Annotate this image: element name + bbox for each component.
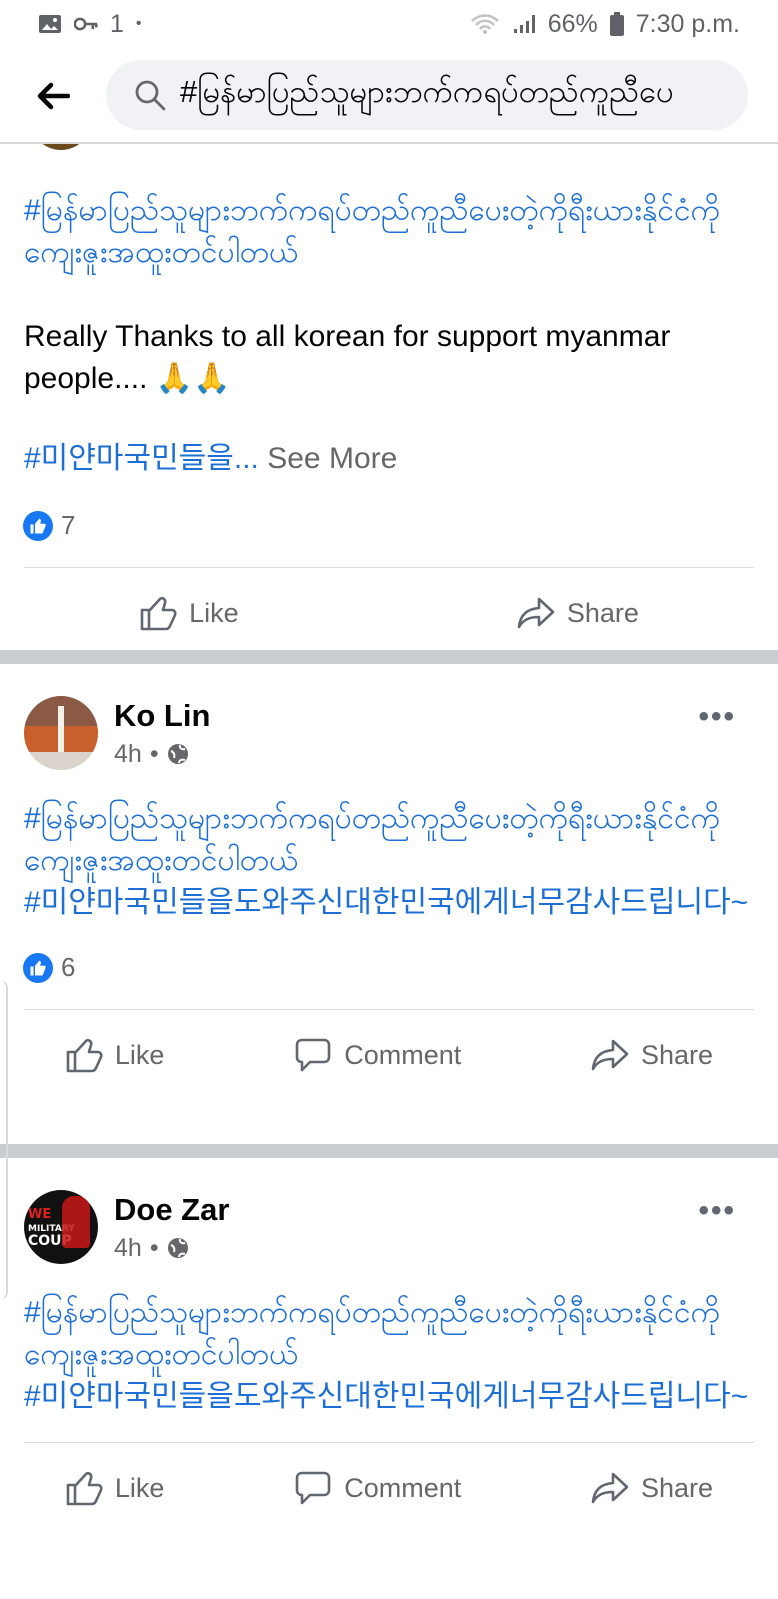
more-options-button[interactable]: ••• [698,1194,736,1228]
edge-panel-handle[interactable] [0,980,8,1300]
post-hashtag-korean[interactable]: #미얀마국민들을도와주신대한민국에게너무감사드립니다~ [24,1376,754,1418]
post-actions: Like Comment Share [0,1443,778,1533]
post-hashtag-korean[interactable]: #미얀마국민들을... [24,442,259,475]
arrow-left-icon [37,82,70,110]
author-name[interactable]: Ko Lin [114,698,210,734]
thumbs-up-icon [66,1038,103,1073]
see-more-link[interactable]: See More [267,442,397,475]
share-button[interactable]: Share [591,1038,713,1072]
post-card: Ko Lin 4h • ••• #မြန်မာပြည်သူများဘက်ကရပ်… [0,696,778,1100]
search-results-feed[interactable]: 4h • #မြန်မာပြည်သူများဘက်ကရပ်တည်ကူညီပေးတ… [0,144,778,1599]
like-button[interactable]: Like [139,595,239,631]
search-input[interactable]: #မြန်မာပြည်သူများဘက်ကရပ်တည်ကူညီပေ [106,60,748,130]
avatar[interactable]: WE MILITARY COUP [24,1190,98,1264]
search-query: #မြန်မာပြည်သူများဘက်ကရပ်တည်ကူညီပေ [180,74,674,109]
post-separator [0,1144,778,1158]
share-label: Share [641,1039,714,1070]
comment-bubble-icon [295,1038,331,1072]
like-reaction-icon [23,952,53,983]
share-arrow-icon [591,1472,629,1504]
avatar-logo-text: WE [28,1207,52,1222]
reaction-count: 7 [61,510,76,540]
avatar[interactable] [30,144,92,150]
share-button[interactable]: Share [591,1471,713,1505]
comment-button[interactable]: Comment [294,1470,461,1506]
post-actions: Like Share [0,568,778,658]
post-actions: Like Comment Share [0,1010,778,1100]
share-arrow-icon [591,1039,629,1071]
search-icon [135,80,166,111]
search-header: #မြန်မာပြည်သူများဘက်ကရပ်တည်ကူညီပေ [0,50,778,144]
back-button[interactable] [22,65,84,127]
post-time: 4h [114,739,142,768]
post-hashtag-myanmar[interactable]: #မြန်မာပြည်သူများဘက်ကရပ်တည်ကူညီပေးတဲ့ကို… [24,1292,754,1376]
share-button[interactable]: Share [517,596,639,630]
comment-label: Comment [344,1472,462,1503]
image-icon [39,15,61,33]
comment-label: Comment [344,1039,462,1070]
post-separator [0,650,778,664]
globe-icon [167,744,188,764]
reaction-summary[interactable]: 6 [0,952,778,983]
like-label: Like [114,1472,165,1503]
thumbs-up-icon [140,596,177,631]
thumbs-up-icon [66,1471,103,1506]
notification-dot-icon: • [135,15,142,32]
post-card: 4h • #မြန်မာပြည်သူများဘက်ကရပ်တည်ကူညီပေးတ… [0,144,778,658]
reaction-summary[interactable]: 7 [0,510,778,541]
post-hashtag-korean[interactable]: #미얀마국민들을도와주신대한민국에게너무감사드립니다~ [24,882,754,924]
post-card: WE MILITARY COUP Doe Zar 4h • ••• #မြန်မ… [0,1190,778,1533]
post-hashtag-myanmar[interactable]: #မြန်မာပြည်သူများဘက်ကရပ်တည်ကူညီပေးတဲ့ကို… [24,798,754,882]
status-bar: 1 • 66% 7:30 p.m. [0,0,778,48]
signal-icon [513,15,535,33]
more-dots-icon: ••• [698,700,736,733]
avatar[interactable] [24,696,98,770]
like-label: Like [189,597,239,628]
post-time: 4h [114,1233,142,1262]
share-arrow-icon [517,597,555,629]
battery-icon [609,12,624,36]
globe-icon [167,1238,188,1258]
reaction-count: 6 [61,952,76,982]
key-icon [74,17,98,31]
share-label: Share [641,1472,714,1503]
comment-bubble-icon [295,1471,331,1505]
post-time: 4h [112,144,140,147]
clock: 7:30 p.m. [635,9,740,38]
post-hashtag-myanmar[interactable]: #မြန်မာပြည်သူများဘက်ကရပ်တည်ကူညီပေးတဲ့ကို… [24,190,754,274]
share-label: Share [566,597,639,628]
author-name[interactable]: Doe Zar [114,1192,229,1228]
like-button[interactable]: Like [65,1470,165,1506]
comment-button[interactable]: Comment [294,1037,461,1073]
like-label: Like [114,1039,165,1070]
wifi-icon [470,14,499,34]
more-dots-icon: ••• [698,1194,736,1227]
battery-percent: 66% [547,9,598,38]
like-button[interactable]: Like [65,1037,165,1073]
post-body-text: Really Thanks to all korean for support … [24,320,671,395]
more-options-button[interactable]: ••• [698,700,736,734]
like-reaction-icon [23,510,53,541]
status-left-text: 1 [110,9,124,38]
